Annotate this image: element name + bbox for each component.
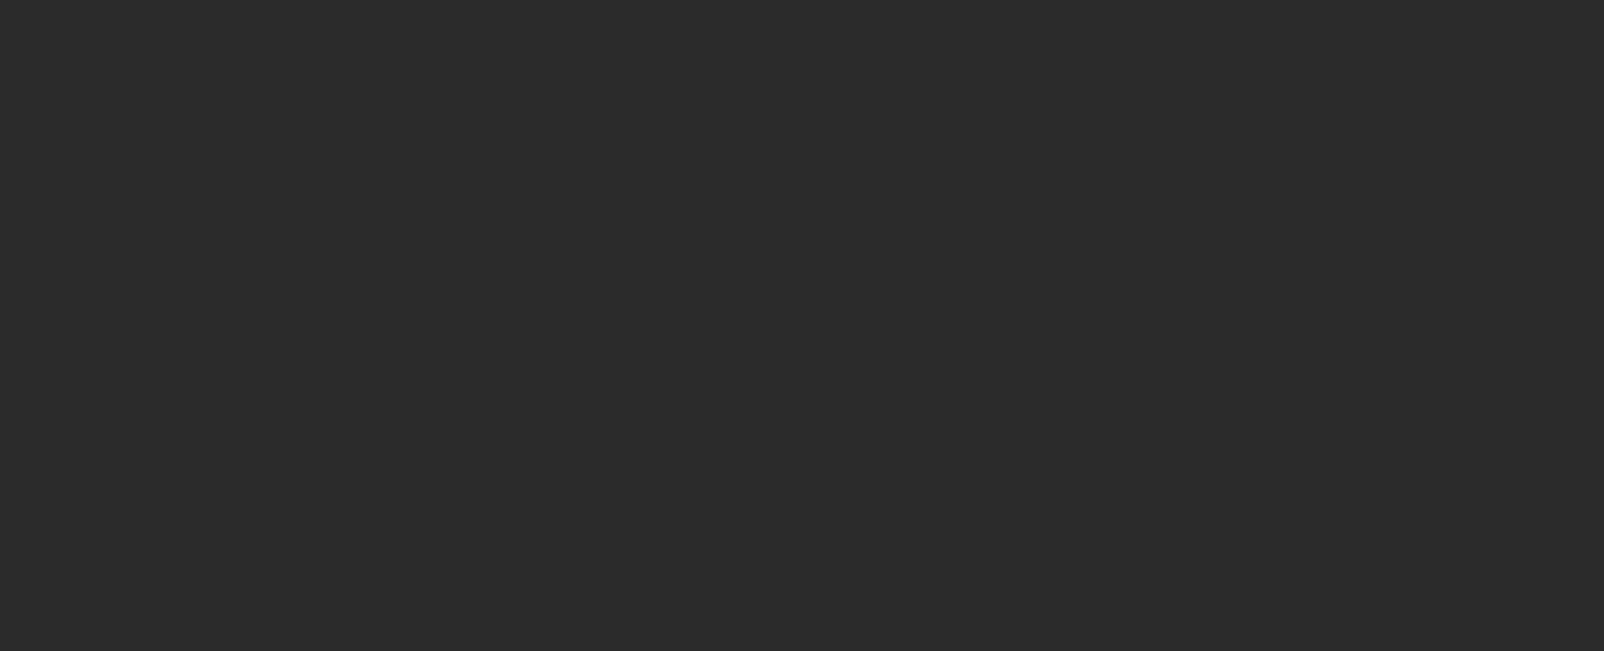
- console-output-panel[interactable]: Description: An attempt was made to call…: [0, 0, 1604, 651]
- console-line-description-body: An attempt was made to call a method tha…: [8, 590, 1604, 649]
- console-line-description-heading: Description:: [8, 180, 1604, 239]
